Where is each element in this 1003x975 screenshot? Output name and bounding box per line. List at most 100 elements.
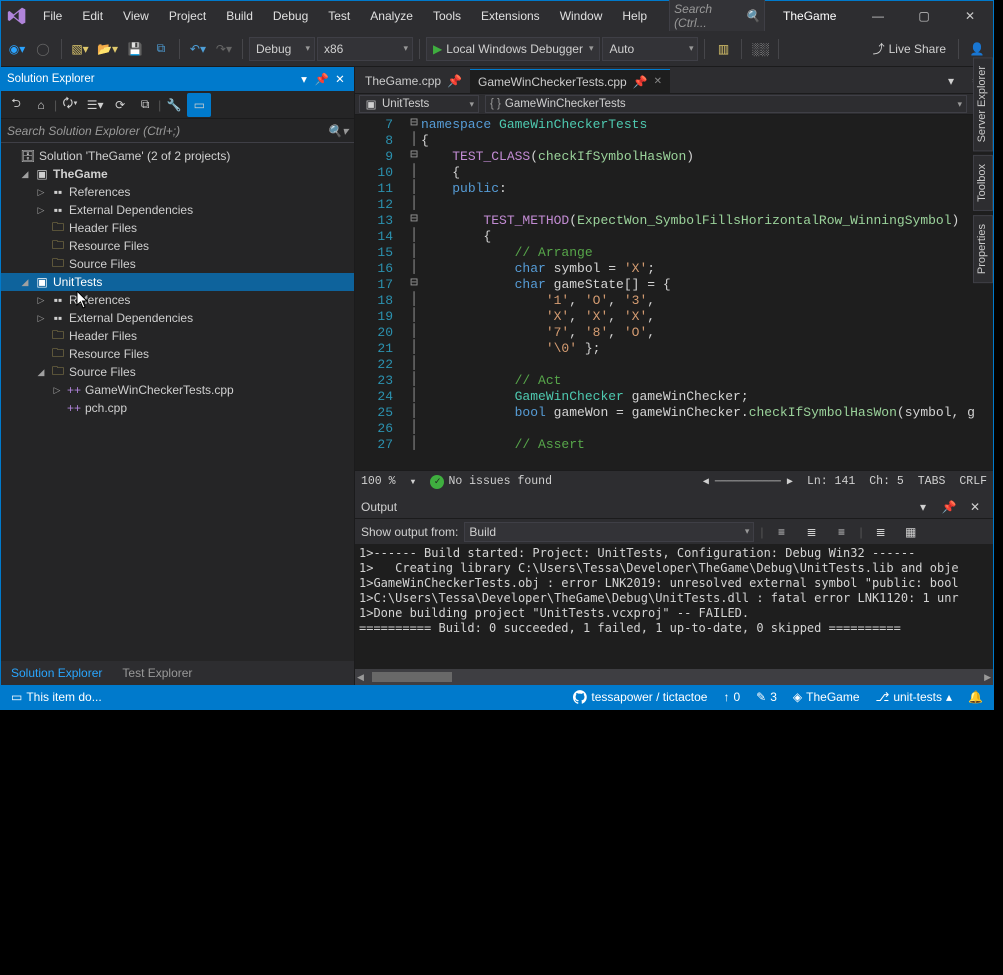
se-refresh-button[interactable]: ⟳ [108,93,132,117]
pin-icon[interactable]: 📌 [937,495,961,519]
menu-debug[interactable]: Debug [263,5,318,27]
menu-extensions[interactable]: Extensions [471,5,550,27]
line-endings[interactable]: CRLF [959,475,987,488]
tree-node[interactable]: ▷▪▪References [1,291,354,309]
close-tab-icon[interactable]: ✕ [654,76,662,87]
tree-node[interactable]: 🗀Header Files [1,327,354,345]
tree-node[interactable]: 🗀Source Files [1,255,354,273]
open-file-button[interactable]: 📂▾ [94,37,121,61]
tree-node[interactable]: ▷▪▪References [1,183,354,201]
doc-tab-thegame[interactable]: TheGame.cpp 📌 [357,69,470,93]
nav-back-button[interactable]: ◉▾ [5,37,29,61]
tree-node[interactable]: ◢🗀Source Files [1,363,354,381]
status-branch[interactable]: ⎇ unit-tests ▴ [876,690,953,704]
nav-forward-button[interactable]: ◯ [31,37,55,61]
tab-test-explorer[interactable]: Test Explorer [112,661,202,685]
redo-button[interactable]: ↷▾ [212,37,236,61]
quick-launch-search[interactable]: Search (Ctrl... 🔍 [669,0,765,33]
status-incoming[interactable]: ↑ 0 [723,690,740,704]
side-tab-properties[interactable]: Properties [973,215,993,283]
status-outgoing[interactable]: ✎ 3 [756,690,777,704]
save-all-button[interactable]: ⧉ [149,37,173,61]
close-panel-icon[interactable]: ✕ [332,72,348,86]
side-tab-server-explorer[interactable]: Server Explorer [973,57,993,151]
se-sync-button[interactable]: 🗘▾ [58,93,82,117]
se-properties-button[interactable]: 🔧 [162,93,186,117]
indent-mode[interactable]: TABS [918,475,946,488]
solution-tree[interactable]: 🗄 Solution 'TheGame' (2 of 2 projects) ◢… [1,143,354,661]
search-placeholder: Search (Ctrl... [674,2,745,30]
menu-file[interactable]: File [33,5,72,27]
tree-solution-node[interactable]: 🗄 Solution 'TheGame' (2 of 2 projects) [1,147,354,165]
save-button[interactable]: 💾 [123,37,147,61]
line-indicator: Ln: 141 [807,475,855,488]
code-editor[interactable]: 789101112131415161718192021222324252627 … [355,115,993,492]
debugger-auto-combo[interactable]: Auto [602,37,698,61]
tree-node[interactable]: 🗀Resource Files [1,345,354,363]
menu-view[interactable]: View [113,5,159,27]
output-wordwrap-icon[interactable]: ≣ [869,520,893,544]
window-position-icon[interactable]: ▾ [296,72,312,86]
status-item-info[interactable]: ▭ This item do... [11,690,102,704]
menu-project[interactable]: Project [159,5,216,27]
doctabs-dropdown[interactable]: ▾ [939,69,963,93]
menu-help[interactable]: Help [612,5,657,27]
undo-button[interactable]: ↶▾ [186,37,210,61]
minimize-button[interactable]: — [855,1,901,31]
restore-button[interactable]: ▢ [901,1,947,31]
output-horiz-scrollbar[interactable]: ◀ ▶ [355,669,993,685]
se-collapse-button[interactable]: ⧉ [133,93,157,117]
window-position-icon[interactable]: ▾ [911,495,935,519]
live-share-button[interactable]: ⤴ Live Share [867,40,952,57]
outline-margin[interactable]: ⊟│⊟│││⊟│││⊟││││││││││ [407,115,421,470]
output-goto-prev-icon[interactable]: ≡ [770,520,794,544]
se-search-placeholder: Search Solution Explorer (Ctrl+;) [7,124,180,138]
output-goto-next-icon[interactable]: ≣ [800,520,824,544]
status-project[interactable]: ◈ TheGame [793,690,860,704]
se-pending-button[interactable]: ☰▾ [83,93,107,117]
close-panel-icon[interactable]: ✕ [963,495,987,519]
zoom-level[interactable]: 100 % [361,475,396,488]
solution-platform-combo[interactable]: x86 [317,37,413,61]
menu-analyze[interactable]: Analyze [360,5,423,27]
start-debugging-button[interactable]: ▶ Local Windows Debugger ▾ [426,37,601,61]
nav-scope-combo[interactable]: ▣ UnitTests [359,95,479,113]
new-project-button[interactable]: ▧▾ [68,37,92,61]
tree-node[interactable]: 🗀Resource Files [1,237,354,255]
tree-file-pch[interactable]: ++pch.cpp [1,399,354,417]
tree-project-unittests[interactable]: ◢▣ UnitTests [1,273,354,291]
menu-tools[interactable]: Tools [423,5,471,27]
code-content[interactable]: namespace GameWinCheckerTests{ TEST_CLAS… [421,115,993,470]
output-source-combo[interactable]: Build [464,522,754,542]
output-clear-icon[interactable]: ≡ [830,520,854,544]
tree-node[interactable]: ▷▪▪External Dependencies [1,201,354,219]
pin-icon[interactable]: 📌 [447,74,462,88]
toolbar-extra2[interactable]: ░░ [748,37,772,61]
close-button[interactable]: ✕ [947,1,993,31]
tree-project-thegame[interactable]: ◢▣ TheGame [1,165,354,183]
search-icon: 🔍▾ [327,124,348,138]
tree-node[interactable]: 🗀Header Files [1,219,354,237]
menu-window[interactable]: Window [550,5,613,27]
menu-build[interactable]: Build [216,5,263,27]
menu-test[interactable]: Test [318,5,360,27]
toolbar-extra1[interactable]: ▥ [711,37,735,61]
tree-file-gamewinchecker[interactable]: ▷++GameWinCheckerTests.cpp [1,381,354,399]
output-content[interactable]: 1>------ Build started: Project: UnitTes… [355,544,993,669]
notifications-icon[interactable]: 🔔 [968,690,983,704]
nav-member-combo[interactable]: { } GameWinCheckerTests [485,95,967,113]
tree-node[interactable]: ▷▪▪External Dependencies [1,309,354,327]
tab-solution-explorer[interactable]: Solution Explorer [1,661,112,685]
solution-config-combo[interactable]: Debug [249,37,315,61]
se-back-button[interactable]: ⮌ [4,93,28,117]
pin-icon[interactable]: 📌 [314,72,330,86]
se-home-button[interactable]: ⌂ [29,93,53,117]
doc-tab-tests[interactable]: GameWinCheckerTests.cpp 📌 ✕ [470,69,670,93]
pin-icon[interactable]: 📌 [633,75,648,89]
side-tab-toolbox[interactable]: Toolbox [973,155,993,211]
se-search-box[interactable]: Search Solution Explorer (Ctrl+;) 🔍▾ [1,119,354,143]
menu-edit[interactable]: Edit [72,5,113,27]
se-show-all-button[interactable]: ▭ [187,93,211,117]
output-toggle-icon[interactable]: ▦ [899,520,923,544]
status-repo[interactable]: tessapower / tictactoe [573,690,707,704]
